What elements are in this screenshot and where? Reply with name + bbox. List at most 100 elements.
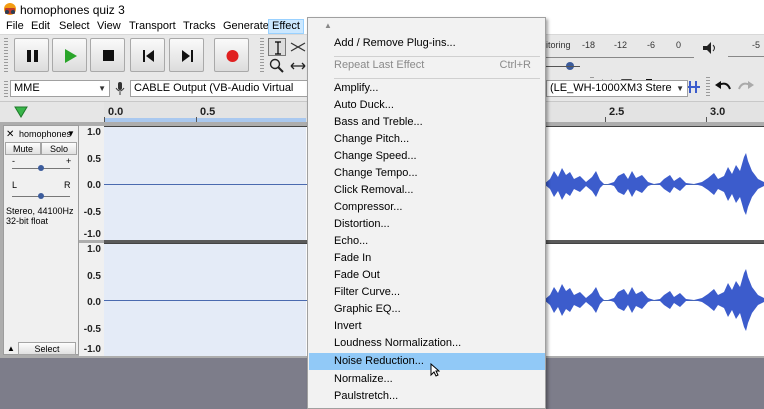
menu-item-paulstretch[interactable]: Paulstretch... — [309, 388, 545, 405]
solo-button[interactable]: Solo — [41, 142, 77, 155]
waveform — [544, 269, 764, 331]
menu-item-add-remove-plugins[interactable]: Add / Remove Plug-ins... — [309, 35, 545, 52]
menu-edit[interactable]: Edit — [28, 19, 53, 34]
record-icon — [226, 50, 239, 62]
menu-item-change-tempo[interactable]: Change Tempo... — [309, 165, 545, 182]
toolbar-grip[interactable] — [4, 81, 8, 97]
playback-device-select[interactable]: (LE_WH-1000XM3 Stere ▼ — [546, 80, 688, 97]
title-bar: homophones quiz 3 — [0, 0, 764, 18]
redo-icon[interactable] — [736, 77, 756, 97]
chevron-down-icon: ▼ — [98, 84, 106, 93]
menu-item-change-speed[interactable]: Change Speed... — [309, 148, 545, 165]
toolbar-grip[interactable] — [706, 77, 710, 97]
ruler-label: 0.0 — [108, 106, 124, 118]
scale-label: 1.0 — [87, 127, 101, 138]
ruler-label: 0.5 — [200, 106, 216, 118]
pan-left-label: L — [12, 180, 18, 190]
recording-meter[interactable] — [546, 52, 694, 58]
skip-to-end-button[interactable] — [169, 38, 204, 72]
close-track-icon[interactable]: ✕ — [6, 129, 14, 140]
scale-label: 1.0 — [87, 244, 101, 255]
ruler-label: 3.0 — [710, 106, 726, 118]
meter-tick: -12 — [614, 40, 628, 50]
menu-file[interactable]: File — [3, 19, 27, 34]
chevron-down-icon: ▼ — [676, 84, 684, 93]
meter-monitor-label: itoring — [546, 40, 571, 50]
menu-item-fade-out[interactable]: Fade Out — [309, 267, 545, 284]
menu-item-distortion[interactable]: Distortion... — [309, 216, 545, 233]
menu-item-noise-reduction[interactable]: Noise Reduction... — [309, 353, 545, 370]
scale-label: -0.5 — [83, 207, 101, 218]
menu-item-loudness-normalization[interactable]: Loudness Normalization... — [309, 335, 545, 352]
menu-item-compressor[interactable]: Compressor... — [309, 199, 545, 216]
collapse-track-icon[interactable]: ▲ — [7, 344, 15, 353]
audio-host-select[interactable]: MME ▼ — [10, 80, 110, 97]
time-shift-tool-icon[interactable] — [289, 57, 307, 75]
play-head-icon — [14, 106, 28, 118]
envelope-tool-icon[interactable] — [289, 38, 307, 56]
recording-device-value: CABLE Output (VB-Audio Virtual — [134, 82, 294, 94]
menu-select[interactable]: Select — [56, 19, 93, 34]
menu-item-click-removal[interactable]: Click Removal... — [309, 182, 545, 199]
menu-item-normalize[interactable]: Normalize... — [309, 371, 545, 388]
vertical-scale: 1.0 0.5 0.0 -0.5 -1.0 — [79, 126, 104, 240]
undo-icon[interactable] — [713, 77, 733, 97]
mute-button[interactable]: Mute — [5, 142, 41, 155]
gain-plus-label: + — [66, 156, 72, 166]
play-icon — [65, 49, 77, 63]
effect-menu-dropdown: ▲ Add / Remove Plug-ins... Repeat Last E… — [307, 17, 546, 409]
playback-meter[interactable] — [728, 49, 764, 57]
meter-tick: -6 — [647, 40, 656, 50]
scale-label: 0.0 — [87, 297, 101, 308]
pan-right-label: R — [64, 180, 71, 190]
menu-item-label: Repeat Last Effect — [334, 59, 425, 71]
menu-item-bass-and-treble[interactable]: Bass and Treble... — [309, 114, 545, 131]
recording-device-select[interactable]: CABLE Output (VB-Audio Virtual — [130, 80, 308, 97]
playback-device-value: (LE_WH-1000XM3 Stere — [550, 82, 672, 94]
meter-tick: -18 — [582, 40, 596, 50]
menu-tracks[interactable]: Tracks — [180, 19, 219, 34]
menu-view[interactable]: View — [94, 19, 124, 34]
speaker-icon — [703, 42, 715, 54]
stop-icon — [103, 50, 114, 61]
track-name[interactable]: homophones — [19, 129, 71, 139]
pause-icon — [27, 50, 38, 62]
waveform — [544, 153, 764, 215]
track-menu-chevron-icon[interactable]: ▼ — [67, 129, 75, 138]
zoom-tool-icon[interactable] — [268, 57, 286, 75]
mouse-cursor-icon — [430, 363, 440, 377]
menu-item-change-pitch[interactable]: Change Pitch... — [309, 131, 545, 148]
menu-item-amplify[interactable]: Amplify... — [309, 80, 545, 97]
menu-generate[interactable]: Generate — [220, 19, 272, 34]
gain-minus-label: - — [12, 156, 15, 166]
toolbar-grip[interactable] — [4, 38, 8, 72]
microphone-icon — [115, 82, 125, 95]
menu-item-graphic-eq[interactable]: Graphic EQ... — [309, 301, 545, 318]
menu-effect[interactable]: Effect — [268, 19, 304, 34]
pan-slider-knob[interactable] — [38, 193, 44, 199]
audacity-logo-icon — [4, 3, 16, 15]
menu-item-repeat-last-effect[interactable]: Repeat Last Effect Ctrl+R — [309, 57, 545, 74]
pause-button[interactable] — [14, 38, 49, 72]
menu-transport[interactable]: Transport — [126, 19, 179, 34]
record-button[interactable] — [214, 38, 249, 72]
menu-item-invert[interactable]: Invert — [309, 318, 545, 335]
scale-label: -1.0 — [83, 229, 101, 240]
menu-item-auto-duck[interactable]: Auto Duck... — [309, 97, 545, 114]
track-info-format: Stereo, 44100Hz — [6, 206, 74, 216]
stop-button[interactable] — [90, 38, 125, 72]
gain-slider-knob[interactable] — [38, 165, 44, 171]
menu-separator — [334, 78, 540, 79]
skip-to-start-button[interactable] — [130, 38, 165, 72]
scroll-up-arrow-icon[interactable]: ▲ — [324, 21, 332, 30]
toolbar-grip[interactable] — [260, 38, 264, 72]
menu-item-echo[interactable]: Echo... — [309, 233, 545, 250]
play-button[interactable] — [52, 38, 87, 72]
select-track-button[interactable]: Select — [18, 342, 76, 355]
selection-tool-icon[interactable] — [268, 38, 286, 56]
menu-item-fade-in[interactable]: Fade In — [309, 250, 545, 267]
menu-item-filter-curve[interactable]: Filter Curve... — [309, 284, 545, 301]
track-control-panel: ✕ homophones ▼ Mute Solo - + L R Stereo,… — [3, 125, 79, 355]
vertical-scale: 1.0 0.5 0.0 -0.5 -1.0 — [79, 243, 104, 356]
skip-to-start-icon — [143, 50, 154, 62]
